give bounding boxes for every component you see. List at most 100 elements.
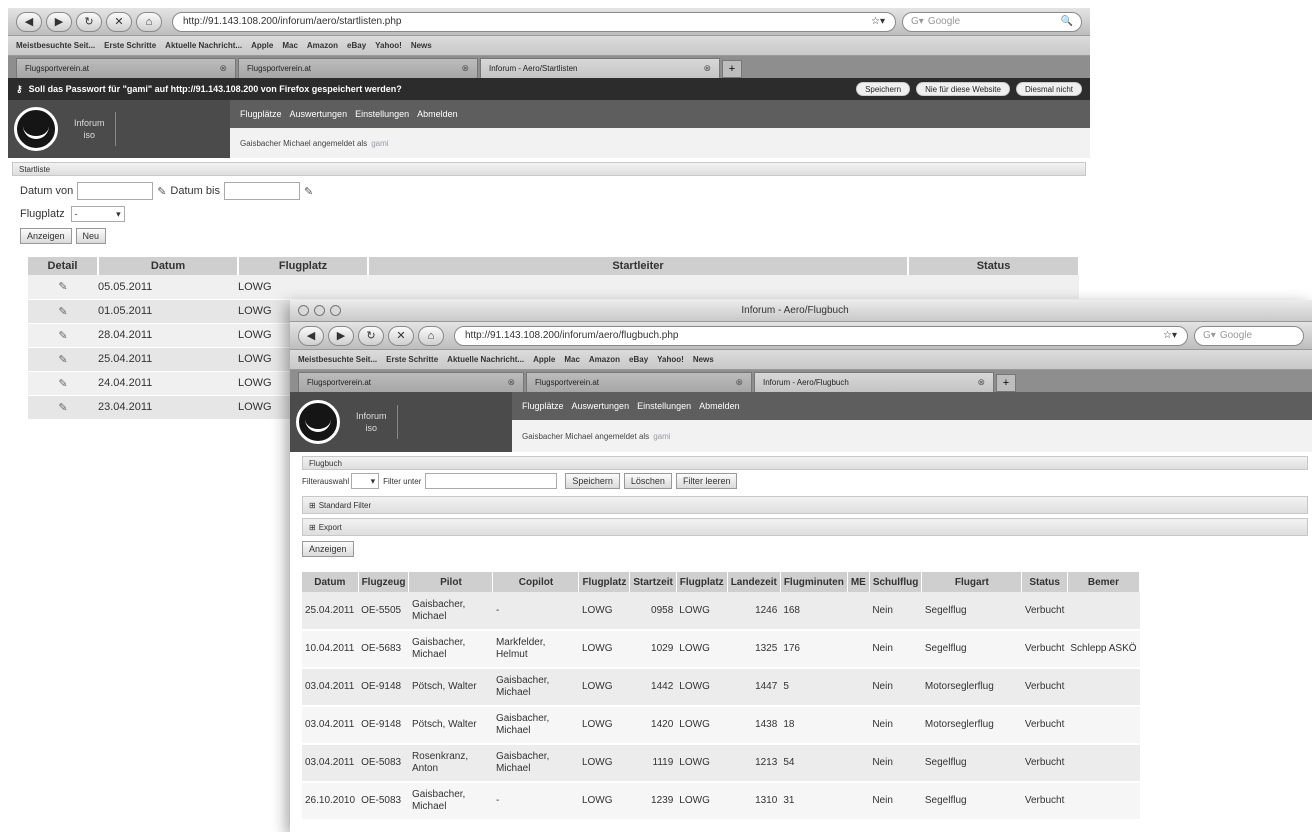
show-button[interactable]: Anzeigen [302,541,354,557]
date-to-input[interactable] [223,182,300,200]
bookmark-star-icon[interactable]: ☆▾ [1163,330,1177,341]
filter-selection-select[interactable]: ▾ [351,473,380,489]
new-tab-button[interactable]: + [996,374,1016,392]
browser-tab[interactable]: Flugsportverein.at ⊗ [238,58,478,78]
detail-edit-icon[interactable]: ✎ [28,347,98,372]
menu-item-einstellungen[interactable]: Einstellungen [637,401,691,411]
menu-item-flugplaetze[interactable]: Flugplätze [240,109,282,119]
bookmark-item[interactable]: eBay [347,41,366,50]
url-bar[interactable]: http://91.143.108.200/inforum/aero/start… [172,11,896,32]
username-link[interactable]: gami [371,139,388,148]
menu-item-einstellungen[interactable]: Einstellungen [355,109,409,119]
browser-tab[interactable]: Flugsportverein.at ⊗ [16,58,236,78]
bookmark-item[interactable]: Amazon [589,355,620,364]
browser-tab[interactable]: Flugsportverein.at ⊗ [298,372,524,392]
column-header[interactable]: Flugart [921,572,1023,592]
bookmark-item[interactable]: Meistbesuchte Seit... [298,355,377,364]
bookmark-item[interactable]: Apple [251,41,273,50]
column-header[interactable]: Pilot [408,572,494,592]
table-row[interactable]: 03.04.2011 OE-9148 Pötsch, Walter Gaisbache… [302,706,1140,745]
new-tab-button[interactable]: + [722,60,742,78]
bookmark-item[interactable]: News [411,41,432,50]
bookmark-item[interactable]: Erste Schritte [104,41,156,50]
column-header[interactable]: Datum [302,572,359,592]
bookmark-item[interactable]: Mac [282,41,298,50]
close-tab-icon[interactable]: ⊗ [461,63,469,74]
search-engine-icon[interactable]: G▾ [911,16,924,27]
new-button[interactable]: Neu [75,228,107,244]
stop-button[interactable]: ✕ [388,325,414,346]
clear-filter-button[interactable]: Filter leeren [675,473,738,489]
username-link[interactable]: gami [653,432,670,441]
reload-button[interactable]: ↻ [358,325,384,346]
menu-item-abmelden[interactable]: Abmelden [699,401,740,411]
column-header[interactable]: Status [908,257,1080,275]
column-header[interactable]: Status [1021,572,1068,592]
forward-button[interactable]: ▶ [46,11,72,32]
zoom-window-icon[interactable] [330,305,341,316]
close-tab-icon[interactable]: ⊗ [507,377,515,388]
column-header[interactable]: Startzeit [629,572,677,592]
search-input[interactable]: G▾ Google [1194,325,1304,346]
bookmark-item[interactable]: Amazon [307,41,338,50]
bookmark-item[interactable]: Erste Schritte [386,355,438,364]
calendar-icon[interactable]: ✎ [157,185,166,198]
table-row[interactable]: 10.04.2011 OE-5683 Gaisbacher, Michael Mark… [302,630,1140,669]
browser-tab-active[interactable]: Inforum - Aero/Flugbuch ⊗ [754,372,994,392]
reload-button[interactable]: ↻ [76,11,102,32]
home-button[interactable]: ⌂ [136,11,162,32]
search-input[interactable]: G▾ Google 🔍 [902,11,1082,32]
calendar-icon[interactable]: ✎ [304,185,313,198]
bookmark-item[interactable]: News [693,355,714,364]
save-filter-button[interactable]: Speichern [565,473,620,489]
column-header[interactable]: ME [847,572,870,592]
detail-edit-icon[interactable]: ✎ [28,395,98,420]
close-tab-icon[interactable]: ⊗ [219,63,227,74]
bookmark-item[interactable]: Meistbesuchte Seit... [16,41,95,50]
back-button[interactable]: ◀ [16,11,42,32]
close-tab-icon[interactable]: ⊗ [735,377,743,388]
date-from-input[interactable] [77,182,154,200]
column-header[interactable]: Bemer [1067,572,1141,592]
search-icon[interactable]: 🔍 [1061,16,1073,27]
bookmark-item[interactable]: Aktuelle Nachricht... [165,41,242,50]
column-header[interactable]: Flugplatz [676,572,728,592]
minimize-window-icon[interactable] [314,305,325,316]
detail-edit-icon[interactable]: ✎ [28,371,98,396]
bookmark-item[interactable]: Mac [564,355,580,364]
menu-item-flugplaetze[interactable]: Flugplätze [522,401,564,411]
browser-tab-active[interactable]: Inforum - Aero/Startlisten ⊗ [480,58,720,78]
column-header[interactable]: Startleiter [368,257,909,275]
back-button[interactable]: ◀ [298,325,324,346]
bookmark-star-icon[interactable]: ☆▾ [871,16,885,27]
bookmark-item[interactable]: Yahoo! [657,355,684,364]
home-button[interactable]: ⌂ [418,325,444,346]
table-row[interactable]: ✎ 05.05.2011 LOWG [28,275,1079,300]
bookmark-item[interactable]: eBay [629,355,648,364]
menu-item-auswertungen[interactable]: Auswertungen [290,109,348,119]
menu-item-abmelden[interactable]: Abmelden [417,109,458,119]
detail-edit-icon[interactable]: ✎ [28,275,98,300]
column-header[interactable]: Flugplatz [238,257,369,275]
browser-tab[interactable]: Flugsportverein.at ⊗ [526,372,752,392]
column-header[interactable]: Landezeit [727,572,781,592]
never-save-button[interactable]: Nie für diese Website [916,82,1010,96]
detail-edit-icon[interactable]: ✎ [28,299,98,324]
column-header[interactable]: Copilot [492,572,580,592]
table-row[interactable]: 26.10.2010 OE-5083 Gaisbacher, Michael - LOW… [302,782,1140,821]
bookmark-item[interactable]: Aktuelle Nachricht... [447,355,524,364]
column-header[interactable]: Flugplatz [578,572,631,592]
column-header[interactable]: Flugminuten [780,572,848,592]
standard-filter-toggle[interactable]: ⊞ Standard Filter [302,496,1308,514]
export-toggle[interactable]: ⊞ Export [302,518,1308,536]
column-header[interactable]: Schulflug [869,572,923,592]
column-header[interactable]: Flugzeug [358,572,410,592]
app-logo[interactable]: Inforum iso [290,392,512,452]
filter-name-input[interactable] [425,473,558,489]
delete-filter-button[interactable]: Löschen [623,473,672,489]
close-window-icon[interactable] [298,305,309,316]
column-header[interactable]: Detail [28,257,99,275]
forward-button[interactable]: ▶ [328,325,354,346]
detail-edit-icon[interactable]: ✎ [28,323,98,348]
close-tab-icon[interactable]: ⊗ [977,377,985,388]
